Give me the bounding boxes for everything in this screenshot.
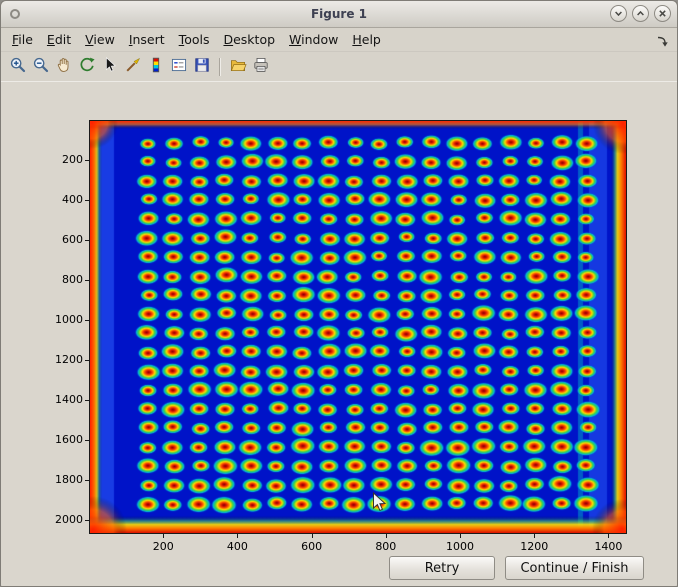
floppy-disk-icon [193, 56, 211, 77]
x-tick-label: 600 [301, 540, 322, 554]
close-button[interactable] [654, 5, 671, 22]
x-tick-label: 200 [153, 540, 174, 554]
folder-open-icon [229, 56, 247, 77]
menu-label: E [47, 32, 55, 47]
figure-toolbar [1, 52, 677, 82]
y-tick-label: 1800 [39, 473, 83, 487]
window-controls [610, 5, 671, 22]
y-tick-label: 600 [39, 233, 83, 247]
mouse-cursor-icon [372, 492, 387, 517]
y-tick [85, 240, 89, 241]
menu-label: D [223, 32, 233, 47]
retry-button[interactable]: Retry [389, 556, 495, 580]
heatmap-image[interactable] [90, 121, 626, 533]
continue-finish-button[interactable]: Continue / Finish [505, 556, 644, 580]
x-tick-label: 400 [227, 540, 248, 554]
zoom-in-icon [9, 56, 27, 77]
x-tick [312, 534, 313, 538]
menu-label: elp [362, 32, 381, 47]
y-tick [85, 200, 89, 201]
pan-button[interactable] [52, 54, 75, 79]
y-tick [85, 520, 89, 521]
window-title: Figure 1 [1, 1, 677, 27]
y-tick-label: 1400 [39, 393, 83, 407]
legend-icon [170, 56, 188, 77]
x-tick [386, 534, 387, 538]
y-tick [85, 280, 89, 281]
y-tick-label: 1600 [39, 433, 83, 447]
print-figure-button[interactable] [249, 54, 272, 79]
shade-button[interactable] [610, 5, 627, 22]
x-tick-label: 1400 [594, 540, 622, 554]
plot-axes [89, 120, 627, 534]
insert-legend-button[interactable] [167, 54, 190, 79]
menu-file[interactable]: File [5, 28, 40, 51]
rotate-3d-icon [78, 56, 96, 77]
y-tick [85, 440, 89, 441]
menu-label: iew [93, 32, 114, 47]
x-tick-label: 1000 [446, 540, 474, 554]
zoom-out-button[interactable] [29, 54, 52, 79]
menu-tools[interactable]: Tools [172, 28, 217, 51]
menu-label: esktop [233, 32, 275, 47]
x-tick-label: 800 [375, 540, 396, 554]
menu-label: ile [18, 32, 33, 47]
printer-icon [252, 56, 270, 77]
colorbar-icon [147, 56, 165, 77]
menubar: File Edit View Insert Tools Desktop Wind… [1, 28, 677, 52]
menu-view[interactable]: View [78, 28, 122, 51]
menu-label: nsert [133, 32, 165, 47]
save-figure-button[interactable] [190, 54, 213, 79]
brush-icon [124, 56, 142, 77]
menu-label: W [289, 32, 301, 47]
y-tick-label: 200 [39, 153, 83, 167]
maximize-button[interactable] [632, 5, 649, 22]
y-tick-label: 400 [39, 193, 83, 207]
y-tick-label: 800 [39, 273, 83, 287]
data-cursor-icon [101, 56, 119, 77]
zoom-in-button[interactable] [6, 54, 29, 79]
y-tick [85, 400, 89, 401]
zoom-out-icon [32, 56, 50, 77]
brush-button[interactable] [121, 54, 144, 79]
titlebar: Figure 1 [1, 1, 677, 28]
y-tick [85, 480, 89, 481]
y-tick [85, 360, 89, 361]
menu-window[interactable]: Window [282, 28, 345, 51]
chevron-up-icon [636, 6, 645, 21]
menu-insert[interactable]: Insert [122, 28, 172, 51]
menu-label: H [352, 32, 361, 47]
x-tick-label: 1200 [520, 540, 548, 554]
menu-label: indow [301, 32, 338, 47]
x-tick [534, 534, 535, 538]
y-tick [85, 160, 89, 161]
y-tick [85, 320, 89, 321]
y-tick-label: 1000 [39, 313, 83, 327]
data-cursor-button[interactable] [98, 54, 121, 79]
close-icon [658, 6, 667, 21]
insert-colorbar-button[interactable] [144, 54, 167, 79]
toolbar-separator [219, 58, 220, 76]
x-tick [608, 534, 609, 538]
y-tick-label: 2000 [39, 513, 83, 527]
menu-label: ools [184, 32, 209, 47]
x-tick [460, 534, 461, 538]
y-tick-label: 1200 [39, 353, 83, 367]
hand-icon [55, 56, 73, 77]
x-tick [237, 534, 238, 538]
menu-edit[interactable]: Edit [40, 28, 78, 51]
menu-label: dit [55, 32, 71, 47]
chevron-down-icon [614, 6, 623, 21]
figure-window: Figure 1 File Edit View Insert [0, 0, 678, 587]
rotate-3d-button[interactable] [75, 54, 98, 79]
open-file-button[interactable] [226, 54, 249, 79]
x-tick [163, 534, 164, 538]
menu-desktop[interactable]: Desktop [216, 28, 282, 51]
dock-figure-arrow-icon[interactable] [656, 33, 669, 46]
menu-help[interactable]: Help [345, 28, 388, 51]
